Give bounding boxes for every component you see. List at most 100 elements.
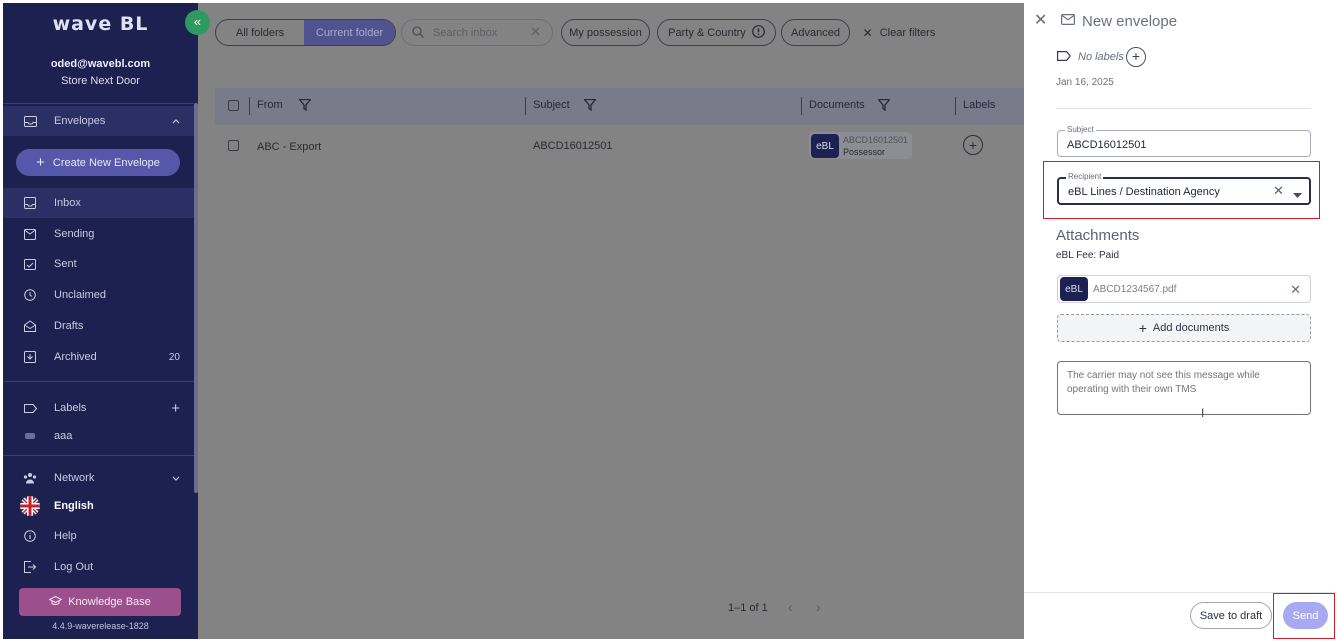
recipient-label: Recipient	[1066, 172, 1104, 181]
clear-filters-button[interactable]: ✕ Clear filters	[858, 19, 940, 46]
save-draft-button[interactable]: Save to draft	[1190, 602, 1272, 629]
filter-icon[interactable]	[877, 98, 891, 114]
subject-field[interactable]: Subject ABCD16012501	[1057, 125, 1311, 157]
drawer-title: New envelope	[1082, 13, 1178, 30]
envelope-icon	[23, 114, 37, 128]
party-country-label: Party & Country	[668, 26, 746, 39]
dropdown-arrow-icon[interactable]	[1293, 189, 1302, 201]
search-icon	[412, 26, 424, 41]
user-store: Store Next Door	[61, 75, 140, 87]
wavebl-logo: wave BL	[52, 13, 149, 35]
clear-recipient-icon[interactable]: ✕	[1273, 183, 1284, 199]
info-icon	[23, 529, 37, 543]
sidebar-item-unclaimed[interactable]: Unclaimed	[3, 280, 194, 310]
chevron-left-icon[interactable]: ‹	[788, 599, 793, 615]
add-label-button[interactable]: +	[1126, 47, 1146, 67]
drafts-icon	[23, 319, 37, 333]
search-placeholder: Search inbox	[433, 27, 498, 39]
sidebar-item-sending[interactable]: Sending	[3, 219, 194, 249]
ebl-badge: eBL	[1060, 277, 1088, 301]
sidebar-item-drafts[interactable]: Drafts	[3, 311, 194, 341]
drawer-divider	[1056, 108, 1311, 109]
sidebar-item-label: Inbox	[54, 197, 81, 209]
document-number: ABCD16012501	[843, 135, 909, 145]
add-label-icon[interactable]: +	[171, 400, 180, 417]
add-label-icon[interactable]: +	[963, 135, 983, 155]
row-from: ABC - Export	[257, 141, 322, 153]
my-possession-filter[interactable]: My possession	[561, 19, 650, 46]
ebl-fee-status: eBL Fee: Paid	[1056, 250, 1120, 261]
tag-icon	[1057, 51, 1071, 64]
chevron-right-icon[interactable]: ›	[816, 599, 821, 615]
knowledge-base-label: Knowledge Base	[68, 596, 151, 608]
sidebar-label-item[interactable]: aaa	[3, 421, 194, 451]
logout-icon	[23, 560, 37, 574]
sidebar-item-label: Log Out	[54, 561, 94, 573]
sidebar-item-inbox[interactable]: Inbox	[3, 188, 194, 218]
sidebar-item-label: Drafts	[54, 320, 84, 332]
table-header: From Subject Documents Labels	[215, 88, 1024, 125]
attachment-file[interactable]: eBL ABCD1234567.pdf ✕	[1057, 275, 1311, 303]
sidebar-item-help[interactable]: Help	[3, 521, 194, 551]
party-country-filter[interactable]: Party & Country	[657, 19, 776, 46]
network-icon	[23, 471, 37, 485]
sidebar-item-sent[interactable]: Sent	[3, 249, 194, 279]
clear-search-icon[interactable]: ✕	[530, 24, 541, 40]
sidebar-item-label: Unclaimed	[54, 289, 106, 301]
graduation-cap-icon	[48, 595, 63, 609]
subject-label: Subject	[1065, 125, 1096, 134]
sidebar: wave BL oded@wavebl.com Store Next Door …	[3, 3, 198, 639]
add-documents-button[interactable]: + Add documents	[1057, 314, 1311, 342]
pagination-text: 1–1 of 1	[728, 602, 768, 614]
collapse-sidebar-button[interactable]: «	[185, 10, 210, 35]
remove-attachment-icon[interactable]: ✕	[1290, 282, 1301, 298]
sidebar-divider	[3, 381, 194, 382]
envelope-date: Jan 16, 2025	[1056, 77, 1114, 88]
column-documents[interactable]: Documents	[809, 99, 865, 111]
all-folders-tab[interactable]: All folders	[216, 20, 304, 45]
close-icon[interactable]: ✕	[1034, 10, 1047, 30]
filter-icon[interactable]	[298, 98, 312, 114]
column-subject[interactable]: Subject	[533, 99, 570, 111]
sidebar-item-label: Envelopes	[54, 115, 106, 127]
select-all-checkbox[interactable]	[228, 100, 239, 111]
column-divider	[525, 97, 526, 115]
create-envelope-button[interactable]: + Create New Envelope	[16, 149, 180, 176]
folder-scope-toggle: All folders Current folder	[215, 19, 396, 46]
current-folder-tab[interactable]: Current folder	[304, 20, 395, 45]
sidebar-item-archived[interactable]: Archived 20	[3, 342, 194, 372]
recipient-field[interactable]: Recipient eBL Lines / Destination Agency…	[1057, 172, 1311, 205]
inbox-icon	[23, 196, 37, 210]
column-labels[interactable]: Labels	[963, 99, 995, 111]
chevron-up-icon	[172, 116, 180, 127]
sidebar-item-network[interactable]: Network	[3, 463, 194, 493]
no-labels-text: No labels	[1078, 51, 1124, 63]
sidebar-item-logout[interactable]: Log Out	[3, 552, 194, 582]
knowledge-base-button[interactable]: Knowledge Base	[19, 588, 181, 616]
clear-filters-label: Clear filters	[879, 26, 936, 39]
plus-icon: +	[36, 153, 45, 171]
column-divider	[955, 97, 956, 115]
filter-icon[interactable]	[583, 98, 597, 114]
label-item-name: aaa	[54, 430, 73, 442]
sidebar-labels-header: Labels +	[3, 393, 194, 423]
search-inbox-field[interactable]: Search inbox ✕	[401, 19, 553, 46]
sidebar-divider	[3, 103, 194, 104]
sidebar-divider	[3, 455, 194, 456]
sidebar-item-label: Sent	[54, 258, 77, 270]
sidebar-item-envelopes[interactable]: Envelopes	[3, 106, 194, 136]
app-version: 4.4.9-waverelease-1828	[52, 621, 149, 631]
sidebar-item-language[interactable]: English	[3, 491, 194, 521]
add-documents-label: Add documents	[1152, 322, 1230, 334]
advanced-filter[interactable]: Advanced	[781, 19, 850, 46]
sidebar-item-label: Archived	[54, 351, 97, 363]
message-input[interactable]	[1057, 361, 1311, 415]
close-icon: ✕	[862, 25, 873, 40]
attachment-file-name: ABCD1234567.pdf	[1093, 284, 1177, 295]
archive-icon	[23, 350, 37, 364]
row-subject: ABCD16012501	[533, 140, 613, 152]
column-from[interactable]: From	[257, 99, 283, 111]
send-button[interactable]: Send	[1283, 602, 1328, 629]
row-checkbox[interactable]	[228, 140, 239, 151]
document-chip[interactable]: eBL ABCD16012501 Possessor	[809, 132, 912, 159]
